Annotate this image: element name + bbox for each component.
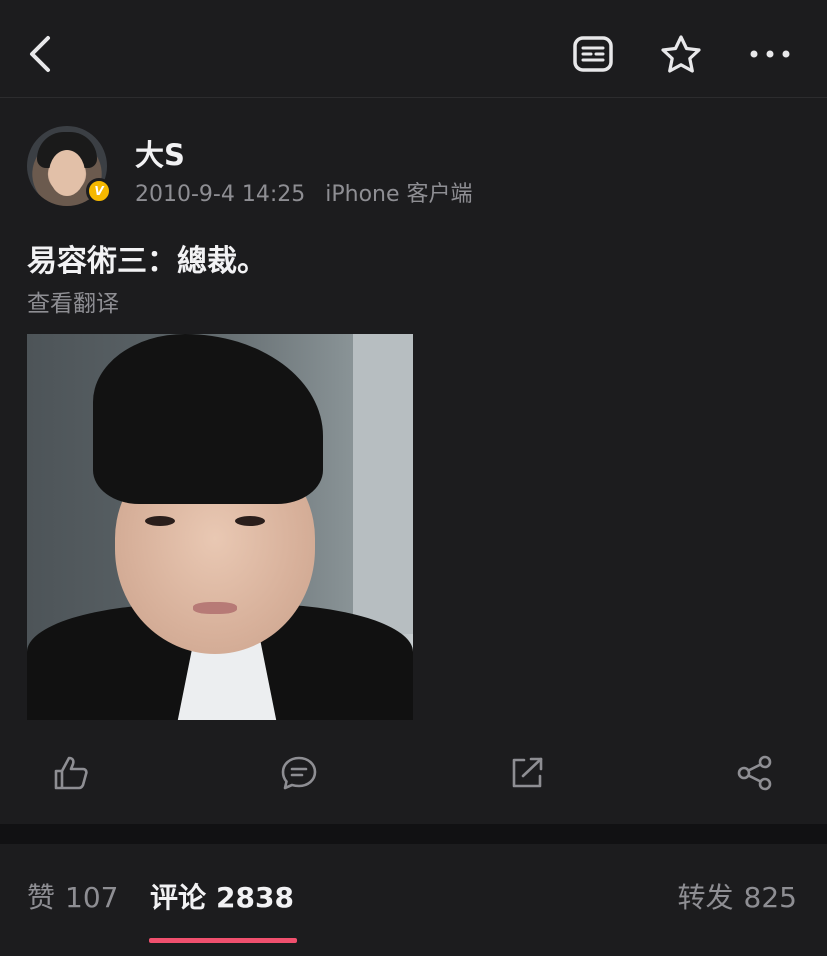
comment-icon [281,756,317,790]
author-name[interactable]: 大S [135,132,185,174]
like-button[interactable] [46,748,96,798]
photo-hair [93,334,323,504]
post-tabs: 赞 107 评论 2838 转发 825 [0,844,827,956]
avatar-face [49,150,85,196]
tab-likes-label: 赞 [27,881,56,914]
post-actions-bar [0,748,827,798]
thumbs-up-icon [54,756,88,790]
photo-eye-right [235,516,265,526]
section-divider [0,824,827,844]
verified-badge-icon: V [86,178,112,204]
post-card: V 大S 2010-9-4 14:25 iPhone 客户端 易容術三：總裁。 查… [0,98,827,824]
tab-likes[interactable]: 赞 107 [27,876,118,916]
photo-lips [193,602,237,614]
back-icon[interactable] [20,32,60,76]
translate-link[interactable]: 查看翻译 [27,284,119,318]
repost-icon [512,757,543,788]
reader-mode-icon[interactable] [570,32,616,76]
post-source: iPhone 客户端 [325,182,473,207]
tab-likes-count: 107 [65,881,119,914]
tab-comments[interactable]: 评论 2838 [150,876,294,916]
tab-reposts-count: 825 [743,881,797,914]
tab-reposts[interactable]: 转发 825 [678,876,797,916]
post-text: 易容術三：總裁。 [27,244,267,279]
favorite-star-icon[interactable] [656,30,706,78]
share-icon [737,755,772,791]
post-meta: 2010-9-4 14:25 iPhone 客户端 [135,176,473,208]
photo-background-wall [353,334,413,634]
more-dots-icon[interactable] [746,32,794,76]
share-button[interactable] [730,748,780,798]
photo-eye-left [145,516,175,526]
comment-button[interactable] [274,748,324,798]
post-timestamp: 2010-9-4 14:25 [135,182,306,207]
tab-reposts-label: 转发 [677,881,734,914]
top-navigation-bar [0,0,827,98]
repost-button[interactable] [502,748,552,798]
active-tab-indicator [149,938,297,943]
tab-comments-label: 评论 [150,881,207,914]
post-photo[interactable] [27,334,413,720]
tab-comments-count: 2838 [216,881,294,914]
